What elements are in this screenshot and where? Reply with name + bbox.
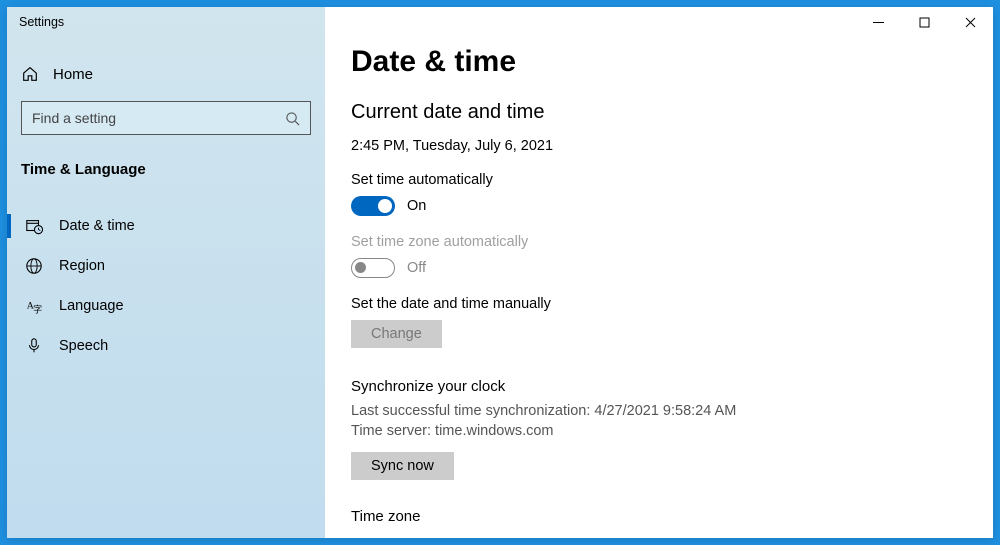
nav-label: Date & time (59, 218, 135, 234)
auto-tz-label: Set time zone automatically (351, 234, 973, 250)
nav-item-region[interactable]: Region (7, 246, 325, 286)
home-icon (21, 65, 39, 83)
current-heading: Current date and time (351, 101, 973, 124)
nav-label: Language (59, 298, 124, 314)
window-controls (855, 7, 993, 37)
svg-text:字: 字 (33, 303, 42, 314)
minimize-button[interactable] (855, 7, 901, 37)
sync-heading: Synchronize your clock (351, 378, 973, 395)
change-button[interactable]: Change (351, 320, 442, 348)
manual-label: Set the date and time manually (351, 296, 973, 312)
auto-time-label: Set time automatically (351, 172, 973, 188)
window-title: Settings (7, 7, 325, 35)
auto-tz-state: Off (407, 260, 426, 276)
nav-item-date-time[interactable]: Date & time (7, 206, 325, 246)
search-icon (285, 111, 300, 126)
category-heading: Time & Language (7, 149, 325, 192)
microphone-icon (25, 337, 43, 355)
sync-info: Last successful time synchronization: 4/… (351, 401, 973, 442)
maximize-button[interactable] (901, 7, 947, 37)
nav-label: Speech (59, 338, 108, 354)
auto-tz-toggle[interactable] (351, 258, 395, 278)
sidebar: Settings Home Find a setting Time & Lang… (7, 7, 325, 538)
page-title: Date & time (351, 45, 973, 79)
search-input[interactable]: Find a setting (21, 101, 311, 135)
close-button[interactable] (947, 7, 993, 37)
current-datetime: 2:45 PM, Tuesday, July 6, 2021 (351, 138, 973, 154)
sync-now-button[interactable]: Sync now (351, 452, 454, 480)
settings-window: Settings Home Find a setting Time & Lang… (7, 7, 993, 538)
main-content: Date & time Current date and time 2:45 P… (325, 7, 993, 538)
nav-label: Region (59, 258, 105, 274)
calendar-clock-icon (25, 217, 43, 235)
nav-item-language[interactable]: A字 Language (7, 286, 325, 326)
sync-server: Time server: time.windows.com (351, 421, 973, 441)
auto-time-toggle[interactable] (351, 196, 395, 216)
nav-list: Date & time Region A字 Language (7, 206, 325, 366)
sync-last: Last successful time synchronization: 4/… (351, 401, 973, 421)
auto-time-state: On (407, 198, 426, 214)
language-icon: A字 (25, 297, 43, 315)
main-scroll-region[interactable]: Date & time Current date and time 2:45 P… (351, 27, 993, 538)
home-link[interactable]: Home (7, 55, 325, 93)
timezone-heading: Time zone (351, 508, 973, 525)
search-placeholder: Find a setting (32, 110, 116, 126)
globe-icon (25, 257, 43, 275)
home-label: Home (53, 66, 93, 83)
nav-item-speech[interactable]: Speech (7, 326, 325, 366)
